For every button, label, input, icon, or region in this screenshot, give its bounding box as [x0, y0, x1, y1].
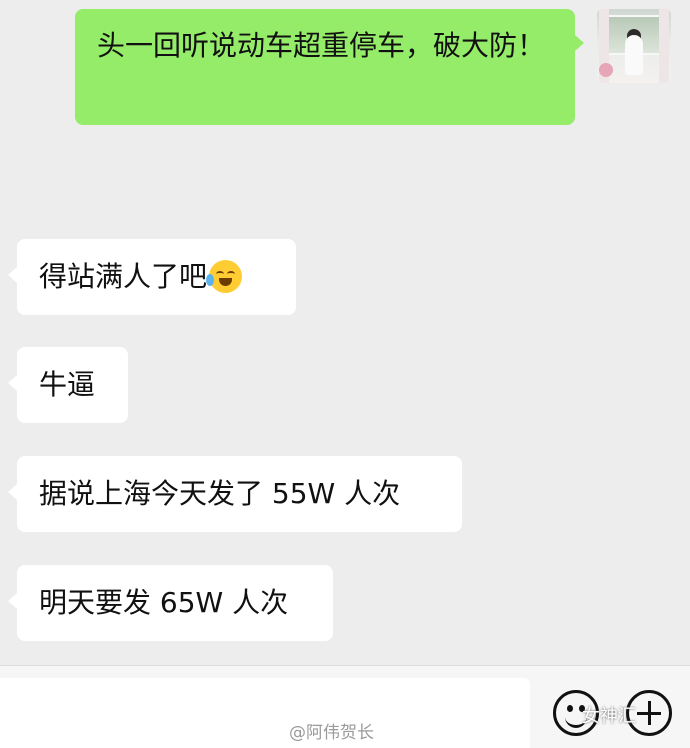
message-text: 牛逼 — [39, 368, 96, 401]
weibo-watermark: @阿伟贺长 — [289, 723, 374, 743]
message-text: 据说上海今天发了 55W 人次 — [39, 477, 401, 510]
chat-area: 头一回听说动车超重停车，破大防！ 得站满人了吧 牛逼 据说上海今天发了 55W … — [0, 0, 690, 665]
brand-watermark: 女神汇 — [582, 706, 636, 727]
face-with-tears-of-joy-icon — [206, 259, 243, 293]
avatar[interactable] — [597, 9, 671, 83]
message-text: 头一回听说动车超重停车，破大防！ — [97, 29, 546, 62]
message-bubble-incoming[interactable]: 明天要发 65W 人次 — [8, 565, 333, 641]
avatar-flower — [599, 63, 613, 77]
message-bubble-incoming[interactable]: 据说上海今天发了 55W 人次 — [8, 456, 462, 532]
message-text: 明天要发 65W 人次 — [39, 586, 289, 619]
avatar-curtain — [659, 9, 669, 83]
message-text: 得站满人了吧 — [39, 260, 208, 293]
avatar-figure — [625, 35, 643, 75]
message-bubble-incoming[interactable]: 牛逼 — [8, 347, 128, 423]
message-bubble-outgoing[interactable]: 头一回听说动车超重停车，破大防！ — [75, 9, 584, 125]
message-input[interactable] — [0, 678, 530, 748]
message-bubble-incoming[interactable]: 得站满人了吧 — [8, 239, 296, 315]
